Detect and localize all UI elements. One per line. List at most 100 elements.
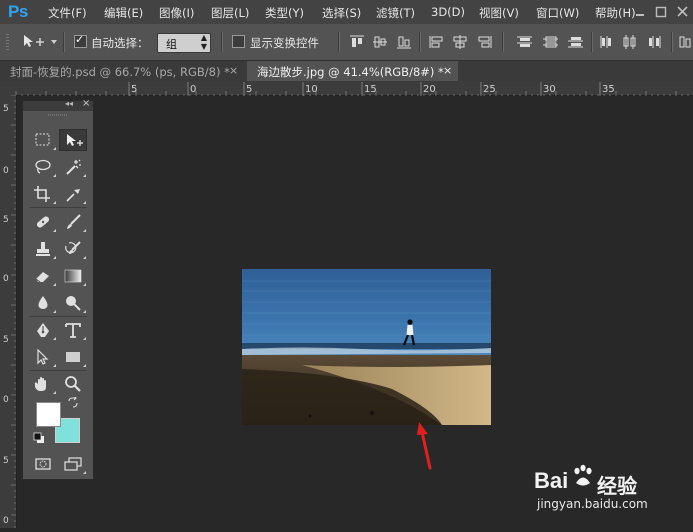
ruler-label: 30 bbox=[543, 84, 556, 95]
screen-mode-icon bbox=[64, 457, 82, 471]
distribute-hcenter-icon[interactable] bbox=[622, 35, 638, 49]
bird bbox=[370, 411, 374, 415]
dodge-tool[interactable] bbox=[59, 292, 87, 314]
ruler-label: 5 bbox=[246, 84, 252, 95]
history-brush-tool[interactable] bbox=[59, 238, 87, 260]
red-arrow-annotation bbox=[417, 422, 432, 470]
zoom-icon bbox=[65, 376, 81, 392]
quick-mask-button[interactable] bbox=[29, 453, 57, 475]
ruler-label: 25 bbox=[483, 84, 496, 95]
clone-stamp-tool[interactable] bbox=[29, 238, 57, 260]
stamp-icon bbox=[36, 242, 50, 256]
foreground-color-swatch[interactable] bbox=[36, 402, 61, 427]
options-bar: 自动选择： 组 ▲▼ 显示变换控件 bbox=[0, 24, 693, 61]
hand-tool[interactable] bbox=[29, 373, 57, 395]
vertical-ruler[interactable]: 5 0 5 0 5 0 5 0 bbox=[0, 94, 17, 528]
tool-preset-picker[interactable] bbox=[22, 34, 58, 54]
close-tab-icon[interactable]: × bbox=[229, 64, 238, 77]
menu-file[interactable]: 文件(F) bbox=[48, 5, 87, 21]
healing-brush-tool[interactable] bbox=[29, 211, 57, 233]
ruler-label: 0 bbox=[3, 166, 9, 176]
menu-edit[interactable]: 编辑(E) bbox=[104, 5, 143, 21]
menu-view[interactable]: 视图(V) bbox=[479, 5, 519, 21]
eraser-tool[interactable] bbox=[29, 265, 57, 287]
collapse-panel-icon[interactable]: ◂◂ bbox=[65, 99, 73, 108]
auto-align-icon[interactable] bbox=[679, 35, 693, 49]
brush-icon bbox=[67, 214, 81, 229]
tab-cover-psd[interactable]: 封面-恢复的.psd @ 66.7% (ps, RGB/8) * × bbox=[0, 61, 244, 81]
lasso-tool[interactable] bbox=[29, 156, 57, 178]
pen-tool[interactable] bbox=[29, 319, 57, 341]
move-tool[interactable] bbox=[59, 129, 87, 151]
distribute-vcenter-icon[interactable] bbox=[542, 35, 558, 49]
rectangle-shape-icon bbox=[66, 352, 80, 362]
ruler-label: 0 bbox=[190, 84, 196, 95]
magic-wand-tool[interactable] bbox=[59, 156, 87, 178]
show-transform-checkbox[interactable] bbox=[232, 35, 245, 48]
brush-tool[interactable] bbox=[59, 211, 87, 233]
auto-select-checkbox[interactable] bbox=[74, 33, 87, 48]
minimize-icon bbox=[636, 14, 644, 16]
ruler-label: 35 bbox=[602, 84, 615, 95]
close-tab-icon[interactable]: × bbox=[443, 64, 452, 77]
align-right-icon[interactable] bbox=[476, 35, 492, 49]
window-controls bbox=[636, 6, 688, 18]
distribute-top-icon[interactable] bbox=[516, 35, 532, 49]
ruler-label: 15 bbox=[364, 84, 377, 95]
menu-help[interactable]: 帮助(H) bbox=[595, 5, 636, 21]
options-separator bbox=[502, 32, 504, 52]
align-vcenter-icon[interactable] bbox=[372, 35, 388, 49]
align-bottom-icon[interactable] bbox=[396, 35, 412, 49]
tab-seaside-walk-jpg[interactable]: 海边散步.jpg @ 41.4%(RGB/8#) * × bbox=[247, 61, 458, 81]
options-separator bbox=[338, 32, 340, 52]
align-top-icon[interactable] bbox=[349, 35, 365, 49]
hand-icon bbox=[34, 377, 46, 391]
ruler-label: 0 bbox=[3, 516, 9, 526]
zoom-tool[interactable] bbox=[59, 373, 87, 395]
move-icon bbox=[67, 134, 83, 146]
show-transform-label: 显示变换控件 bbox=[250, 36, 319, 50]
horizontal-ruler[interactable]: 5 0 5 10 15 20 25 30 35 bbox=[0, 81, 693, 96]
menu-window[interactable]: 窗口(W) bbox=[536, 5, 579, 21]
menu-layer[interactable]: 图层(L) bbox=[211, 5, 249, 21]
dodge-icon bbox=[66, 296, 81, 311]
default-colors-icon[interactable] bbox=[33, 432, 45, 444]
distribute-left-icon[interactable] bbox=[599, 35, 615, 49]
auto-select-dropdown[interactable]: 组 ▲ ▼ bbox=[157, 33, 211, 53]
menu-select[interactable]: 选择(S) bbox=[322, 5, 361, 21]
menu-3d[interactable]: 3D(D) bbox=[431, 5, 465, 19]
swap-colors-icon[interactable] bbox=[67, 397, 79, 409]
magic-wand-icon bbox=[66, 159, 81, 175]
align-left-icon[interactable] bbox=[429, 35, 445, 49]
close-panel-icon[interactable]: × bbox=[82, 98, 90, 109]
tools-panel-header[interactable]: ◂◂ × bbox=[23, 98, 93, 111]
baidu-jingyan-text: 经验 bbox=[597, 474, 637, 498]
ruler-label: 5 bbox=[3, 215, 9, 225]
crop-tool[interactable] bbox=[29, 183, 57, 205]
distribute-bottom-icon[interactable] bbox=[567, 35, 583, 49]
menu-filter[interactable]: 滤镜(T) bbox=[376, 5, 415, 21]
gradient-tool[interactable] bbox=[59, 265, 87, 287]
path-selection-tool[interactable] bbox=[29, 346, 57, 368]
tools-divider bbox=[29, 316, 87, 317]
marquee-tool[interactable] bbox=[29, 129, 57, 151]
options-separator bbox=[591, 32, 593, 52]
rectangle-tool[interactable] bbox=[59, 346, 87, 368]
menu-type[interactable]: 类型(Y) bbox=[265, 5, 304, 21]
document-canvas-image[interactable] bbox=[242, 269, 491, 425]
blur-tool[interactable] bbox=[29, 292, 57, 314]
menu-image[interactable]: 图像(I) bbox=[159, 5, 194, 21]
menu-bar: Ps 文件(F) 编辑(E) 图像(I) 图层(L) 类型(Y) 选择(S) 滤… bbox=[0, 0, 693, 24]
tools-divider bbox=[29, 370, 87, 371]
type-tool[interactable] bbox=[59, 319, 87, 341]
align-hcenter-icon[interactable] bbox=[452, 35, 468, 49]
auto-select-label: 自动选择： bbox=[91, 36, 149, 50]
eyedropper-tool[interactable] bbox=[59, 183, 87, 205]
stepper-arrows-icon: ▲ ▼ bbox=[200, 33, 207, 51]
seaside-photo bbox=[242, 269, 491, 425]
auto-select-value: 组 bbox=[166, 38, 177, 51]
screen-mode-button[interactable] bbox=[59, 453, 87, 475]
ruler-label: 0 bbox=[3, 274, 9, 284]
distribute-right-icon[interactable] bbox=[646, 35, 662, 49]
horizontal-ruler-ticks: 5 0 5 10 15 20 25 30 35 bbox=[15, 82, 689, 96]
